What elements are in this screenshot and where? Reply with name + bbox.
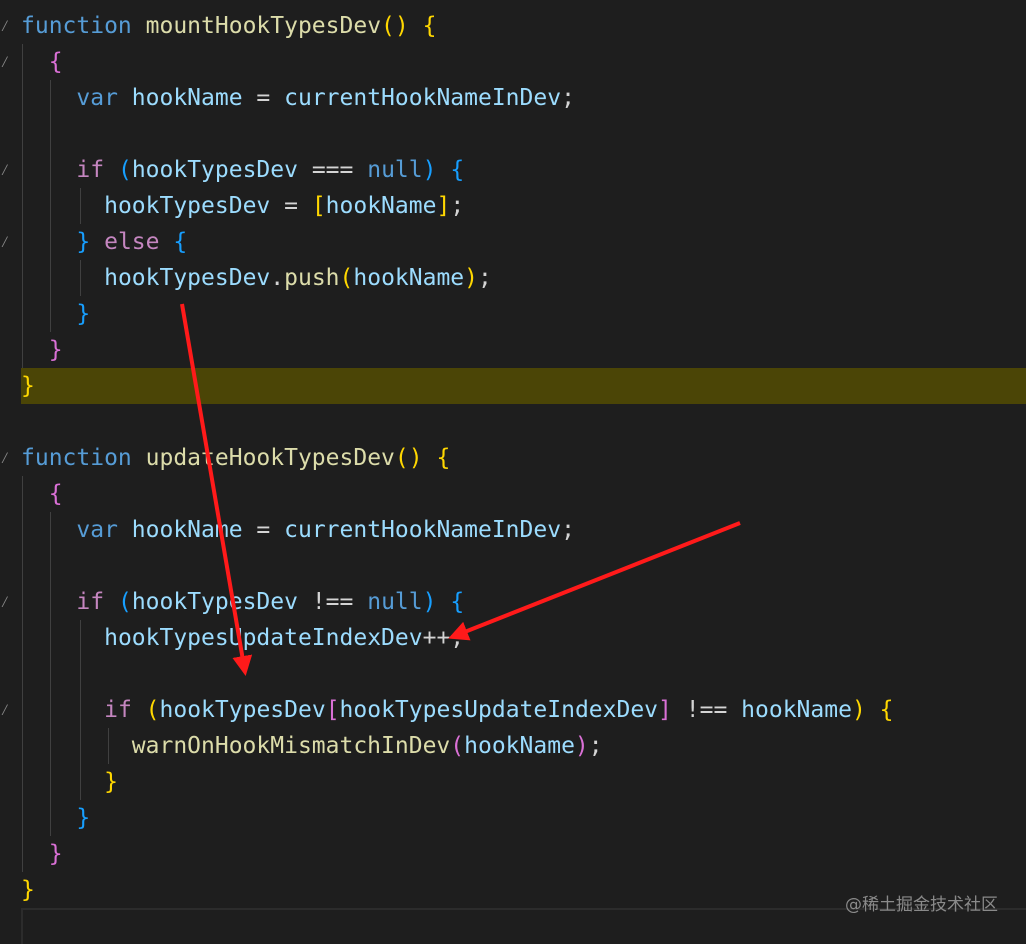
- code-editor[interactable]: ⁄ function mountHookTypesDev() {⁄ { var h…: [0, 0, 1026, 944]
- watermark-text: @稀土掘金技术社区: [845, 895, 998, 915]
- arrow-left: [448, 521, 741, 641]
- annotation-arrows: [180, 303, 741, 676]
- arrow-down: [180, 303, 253, 676]
